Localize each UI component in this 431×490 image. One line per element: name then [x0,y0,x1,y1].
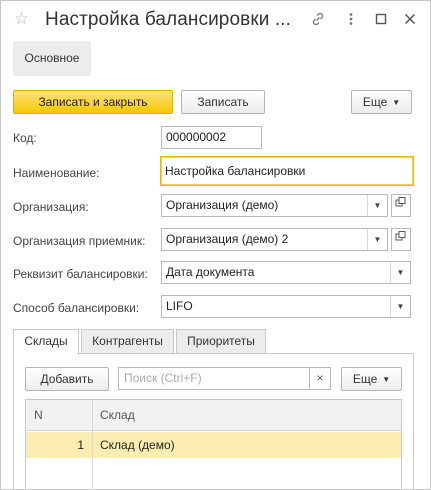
name-label: Наименование: [13,166,100,180]
open-window-icon [395,231,406,241]
clear-search-button[interactable]: × [309,367,331,390]
open-receiver-organization-button[interactable] [391,228,411,251]
window-title: Настройка балансировки ... [45,9,291,30]
save-button[interactable]: Записать [181,90,265,114]
column-header-warehouse[interactable]: Склад [100,400,135,431]
column-header-n[interactable]: N [34,400,43,431]
balancing-attribute-value: Дата документа [166,265,255,279]
chevron-down-icon[interactable]: ▼ [390,296,410,317]
organization-value: Организация (демо) [166,198,279,212]
organization-field[interactable]: Организация (демо) ▼ [161,194,388,217]
save-and-close-button[interactable]: Записать и закрыть [13,90,173,114]
maximize-icon[interactable] [373,11,389,27]
table-header: N Склад [26,400,401,431]
code-label: Код: [13,131,37,145]
open-window-icon [395,197,406,207]
row-number: 1 [77,438,84,452]
balancing-method-value: LIFO [166,299,193,313]
row-warehouse: Склад (демо) [100,438,175,452]
balancing-method-label: Способ балансировки: [13,301,140,315]
search-input[interactable]: Поиск (Ctrl+F) [118,367,310,390]
name-field[interactable]: Настройка балансировки [160,156,414,186]
section-tab-main[interactable]: Основное [13,41,91,76]
organization-label: Организация: [13,200,89,214]
panel-more-label: Еще [352,372,378,386]
table-row[interactable]: 1 Склад (демо) [26,432,401,458]
close-icon[interactable] [402,11,418,27]
star-icon[interactable]: ☆ [14,10,32,28]
more-vertical-icon[interactable] [343,11,359,27]
balancing-attribute-field[interactable]: Дата документа ▼ [161,261,411,284]
add-button[interactable]: Добавить [25,367,109,391]
warehouses-table: N Склад 1 Склад (демо) [25,399,402,490]
tab-priorities[interactable]: Приоритеты [176,329,266,354]
tab-warehouses[interactable]: Склады [13,329,79,355]
more-button-label: Еще [362,95,388,109]
balancing-method-field[interactable]: LIFO ▼ [161,295,411,318]
link-icon[interactable] [310,11,326,27]
balancing-attribute-label: Реквизит балансировки: [13,267,148,281]
title-bar: ☆ Настройка балансировки ... [1,1,430,41]
chevron-down-icon[interactable]: ▼ [390,262,410,283]
more-button[interactable]: Еще ▼ [351,90,412,114]
receiver-organization-value: Организация (демо) 2 [166,232,289,246]
chevron-down-icon[interactable]: ▼ [367,229,387,250]
tab-contractors[interactable]: Контрагенты [81,329,174,354]
open-organization-button[interactable] [391,194,411,217]
receiver-organization-label: Организация приемник: [13,234,146,248]
chevron-down-icon: ▼ [392,98,401,107]
chevron-down-icon: ▼ [382,375,391,384]
receiver-organization-field[interactable]: Организация (демо) 2 ▼ [161,228,388,251]
column-separator [92,400,93,490]
chevron-down-icon[interactable]: ▼ [367,195,387,216]
code-field[interactable]: 000000002 [161,126,262,149]
form-window: ☆ Настройка балансировки ... Основное За… [0,0,431,490]
panel-more-button[interactable]: Еще ▼ [341,367,402,391]
